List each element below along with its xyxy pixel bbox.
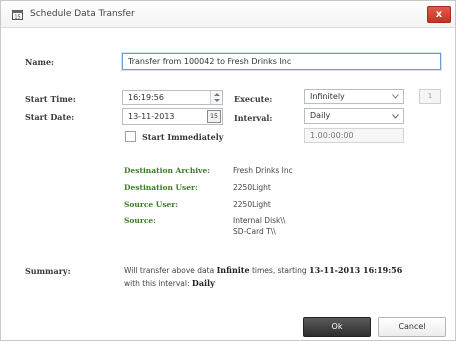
source-value-sd-card: SD-Card T\\	[233, 227, 276, 236]
start-time-value: 16:19:56	[128, 93, 164, 102]
start-immediately-checkbox[interactable]	[125, 131, 136, 142]
start-date-label: Start Date:	[25, 112, 75, 122]
spin-down-icon[interactable]	[214, 99, 220, 102]
calendar-icon[interactable]: 15	[207, 110, 221, 123]
summary-line-2: with this interval: Daily	[124, 278, 215, 288]
name-input-value: Transfer from 100042 to Fresh Drinks Inc	[128, 57, 292, 66]
execute-value: Infinitely	[310, 92, 345, 101]
calendar-clock-icon: 15	[12, 10, 23, 21]
schedule-data-transfer-dialog: 15 Schedule Data Transfer x Name: Transf…	[0, 0, 456, 341]
destination-user-value: 2250Light	[233, 183, 271, 192]
time-spinner[interactable]	[210, 91, 222, 104]
name-label: Name:	[25, 57, 55, 67]
execute-select[interactable]: Infinitely	[304, 89, 404, 104]
svg-text:15: 15	[14, 15, 20, 21]
summary-text-2: times, starting	[251, 266, 307, 275]
interval-duration-input[interactable]: 1.00:00:00	[304, 128, 404, 143]
execute-count-input[interactable]: 1	[419, 89, 441, 104]
summary-text-1: Will transfer above data	[124, 266, 215, 275]
start-time-label: Start Time:	[25, 94, 76, 104]
execute-label: Execute:	[234, 94, 273, 104]
cancel-button[interactable]: Cancel	[378, 317, 446, 337]
chevron-down-icon	[390, 90, 400, 103]
source-value-internal-disk: Internal Disk\\	[233, 216, 286, 225]
summary-times-value: Infinite	[216, 265, 250, 275]
source-user-label: Source User:	[124, 200, 179, 209]
interval-duration-value: 1.00:00:00	[310, 131, 354, 140]
summary-text-3: with this interval:	[124, 279, 190, 288]
window-title: Schedule Data Transfer	[30, 9, 135, 19]
start-date-input[interactable]: 13-11-2013 15	[122, 108, 223, 125]
source-label: Source:	[124, 216, 156, 225]
summary-line-1: Will transfer above data Infinite times,…	[124, 265, 402, 275]
interval-value: Daily	[310, 111, 331, 120]
start-immediately-label: Start Immediately	[142, 132, 224, 142]
title-bar[interactable]: 15 Schedule Data Transfer x	[1, 1, 455, 28]
chevron-down-icon	[390, 109, 400, 123]
destination-archive-value: Fresh Drinks Inc	[233, 166, 293, 175]
destination-archive-label: Destination Archive:	[124, 166, 211, 175]
source-user-value: 2250Light	[233, 200, 271, 209]
destination-user-label: Destination User:	[124, 183, 198, 192]
summary-interval-value: Daily	[191, 278, 215, 288]
ok-button[interactable]: Ok	[303, 317, 371, 337]
interval-select[interactable]: Daily	[304, 108, 404, 124]
start-date-value: 13-11-2013	[128, 112, 175, 121]
start-time-input[interactable]: 16:19:56	[122, 90, 223, 105]
name-input[interactable]: Transfer from 100042 to Fresh Drinks Inc	[122, 53, 441, 70]
spin-up-icon[interactable]	[214, 93, 220, 96]
summary-start-value: 13-11-2013 16:19:56	[309, 265, 403, 275]
close-button[interactable]: x	[427, 6, 451, 23]
interval-label: Interval:	[234, 113, 273, 123]
summary-label: Summary:	[25, 266, 71, 276]
